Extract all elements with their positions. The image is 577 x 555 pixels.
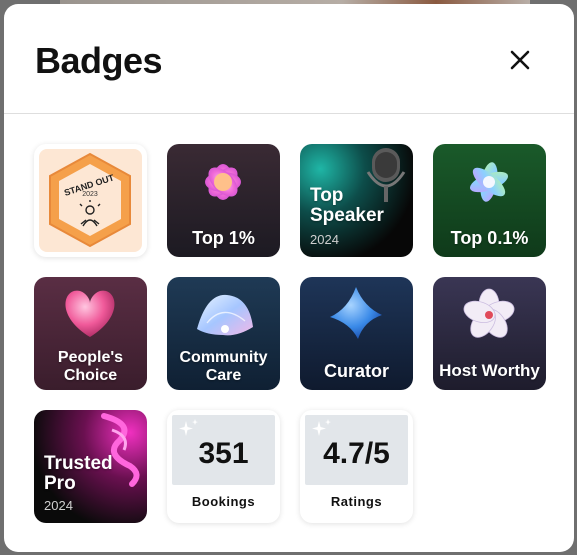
badge-year: 2024 (44, 498, 73, 513)
dialog-header: Badges (4, 4, 574, 114)
stat-box: 351 (172, 415, 275, 485)
badge-host-worthy[interactable]: Host Worthy (433, 277, 546, 390)
badge-label: Top 1% (192, 228, 255, 248)
badge-stand-out[interactable]: STAND OUT 2023 (34, 144, 147, 257)
badge-label: Top 0.1% (450, 228, 529, 248)
stat-value: 4.7/5 (323, 437, 390, 470)
stat-label: Bookings (191, 494, 256, 509)
badge-label: People's Choice (34, 349, 147, 385)
badge-label: Community Care (167, 349, 280, 385)
badge-label-line1: People's (57, 349, 124, 366)
stat-label: Ratings (330, 494, 383, 509)
badge-label-line2: Speaker (310, 205, 384, 226)
badge-label-line2: Pro (44, 473, 76, 494)
dialog-title: Badges (35, 40, 163, 81)
stat-box: 4.7/5 (305, 415, 408, 485)
badge-label-line2: Choice (63, 367, 118, 384)
badge-label-line1: Top (310, 185, 344, 206)
badge-peoples-choice[interactable]: People's Choice (34, 277, 147, 390)
badge-label-line1: Trusted (44, 453, 113, 474)
badge-community-care[interactable]: Community Care (167, 277, 280, 390)
badge-label: Top Speaker (310, 186, 407, 226)
badge-curator[interactable]: Curator (300, 277, 413, 390)
badge-top-speaker[interactable]: Top Speaker 2024 (300, 144, 413, 257)
stand-out-seal-icon: STAND OUT 2023 (49, 152, 131, 248)
badge-label: Trusted Pro (44, 454, 141, 494)
badge-label: Host Worthy (439, 361, 540, 380)
stat-ratings[interactable]: 4.7/5 Ratings (300, 410, 413, 523)
badges-dialog: Badges STAND OUT 2023 Top 1% Top Speaker… (4, 4, 574, 552)
stat-value: 351 (198, 437, 249, 470)
badge-label-line2: Care (205, 367, 242, 384)
badge-label-line1: Community (179, 349, 268, 366)
stat-bookings[interactable]: 351 Bookings (167, 410, 280, 523)
badge-trusted-pro[interactable]: Trusted Pro 2024 (34, 410, 147, 523)
badge-top-1[interactable]: Top 1% (167, 144, 280, 257)
close-icon (510, 50, 530, 70)
seal-year: 2023 (82, 191, 98, 198)
close-button[interactable] (504, 44, 536, 76)
badge-label: Curator (323, 361, 389, 381)
badge-year: 2024 (310, 232, 339, 247)
badge-top-0-1[interactable]: Top 0.1% (433, 144, 546, 257)
